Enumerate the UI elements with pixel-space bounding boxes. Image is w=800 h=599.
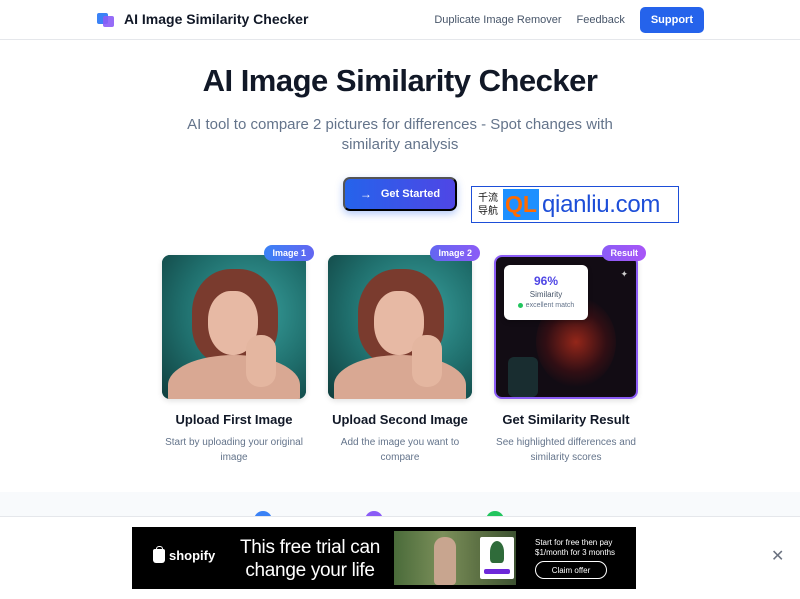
step-title-3: Get Similarity Result [502, 412, 630, 427]
get-started-button[interactable]: → Get Started [343, 177, 457, 211]
first-image-preview[interactable] [162, 255, 306, 399]
step-desc-3: See highlighted differences and similari… [496, 437, 636, 463]
shopify-logo: shopify [153, 545, 216, 563]
step-desc-2: Add the image you want to compare [340, 437, 460, 463]
nav-link-feedback[interactable]: Feedback [577, 14, 625, 26]
similarity-label: Similarity [529, 290, 563, 299]
image-2-badge: Image 2 [430, 245, 480, 261]
similarity-match: excellent match [504, 302, 588, 309]
brand-title: AI Image Similarity Checker [124, 11, 309, 27]
shopify-ad[interactable]: shopify This free trial can change your … [132, 527, 636, 589]
sparkle-icon: ✦ [620, 269, 628, 279]
close-icon[interactable]: ✕ [771, 549, 784, 565]
top-nav: AI Image Similarity Checker Duplicate Im… [0, 0, 800, 40]
page-subtitle: AI tool to compare 2 pictures for differ… [187, 116, 613, 153]
similarity-match-text: excellent match [525, 302, 575, 309]
page-title: AI Image Similarity Checker [202, 63, 598, 98]
watermark-logo: QL [503, 189, 539, 220]
app-logo-icon [97, 11, 115, 27]
brand[interactable]: AI Image Similarity Checker [97, 11, 308, 27]
ad-headline: This free trial can change your life [239, 537, 381, 581]
nav-links: Duplicate Image Remover Feedback Support [434, 7, 704, 33]
step-card-3: ✦ 96% Similarity excellent match Result … [494, 245, 646, 465]
result-image-preview[interactable]: ✦ 96% Similarity excellent match [494, 255, 638, 399]
ad-brand: shopify [169, 548, 216, 563]
second-image-preview[interactable] [328, 255, 472, 399]
similarity-card: 96% Similarity excellent match [504, 265, 588, 320]
step-desc-1: Start by uploading your original image [165, 437, 303, 463]
step-card-1: Image 1 Upload First Image Start by uplo… [162, 245, 314, 465]
watermark-cn-text: 千流导航 [478, 192, 498, 217]
watermark-url: qianliu.com [542, 190, 661, 218]
support-button[interactable]: Support [639, 7, 704, 33]
get-started-label: Get Started [380, 188, 441, 200]
image-1-badge: Image 1 [264, 245, 314, 261]
ad-photo [394, 531, 516, 585]
step-title-1: Upload First Image [175, 412, 293, 427]
arrow-right-icon: → [359, 187, 372, 201]
watermark-banner: 千流导航 QL qianliu.com [471, 186, 679, 223]
shopping-bag-icon [153, 545, 165, 563]
page: AI Image Similarity Checker Duplicate Im… [0, 0, 800, 599]
similarity-percent: 96% [533, 274, 559, 288]
status-dot-icon [517, 303, 523, 308]
step-title-2: Upload Second Image [332, 412, 468, 427]
result-badge: Result [602, 245, 646, 261]
step-card-2: Image 2 Upload Second Image Add the imag… [328, 245, 480, 465]
claim-offer-button[interactable]: Claim offer [535, 561, 607, 579]
nav-link-duplicate-image-remover[interactable]: Duplicate Image Remover [434, 14, 561, 26]
ad-copy: Start for free then pay $1/month for 3 m… [535, 538, 616, 557]
